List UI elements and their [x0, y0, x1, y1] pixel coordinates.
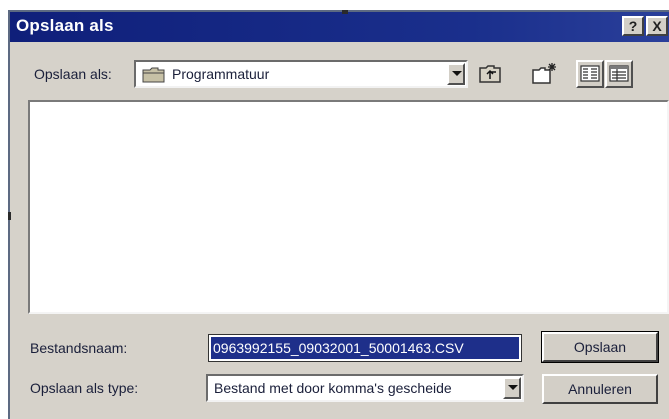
list-view-button[interactable] [576, 60, 604, 88]
left-edge-handle [8, 212, 11, 220]
save-in-combo[interactable]: Programmatuur [134, 60, 468, 88]
title-bar[interactable]: Opslaan als ? X [10, 12, 669, 42]
save-in-label: Opslaan als: [34, 66, 112, 82]
list-view-icon [578, 65, 602, 90]
filetype-dropdown-button[interactable] [503, 377, 521, 399]
filetype-label: Opslaan als type: [30, 380, 139, 396]
save-in-value: Programmatuur [172, 66, 270, 82]
filename-input[interactable]: 0963992155_09032001_50001463.CSV [208, 334, 522, 362]
save-as-dialog: Opslaan als ? X Opslaan als: Programmatu… [8, 10, 669, 419]
folder-icon [142, 66, 166, 89]
dialog-title: Opslaan als [16, 16, 114, 35]
new-folder-button[interactable] [530, 60, 558, 88]
details-view-button[interactable] [605, 60, 633, 88]
filetype-value: Bestand met door komma's gescheide [214, 380, 452, 396]
filetype-combo[interactable]: Bestand met door komma's gescheide [206, 374, 524, 402]
details-view-icon [607, 65, 631, 90]
help-button[interactable]: ? [622, 16, 644, 36]
up-folder-button[interactable] [476, 60, 504, 88]
file-list-view[interactable] [28, 100, 669, 314]
save-button[interactable]: Opslaan [541, 331, 659, 363]
close-button[interactable]: X [646, 16, 668, 36]
filename-value: 0963992155_09032001_50001463.CSV [211, 337, 519, 359]
filename-label: Bestandsnaam: [30, 340, 128, 356]
save-in-dropdown-button[interactable] [447, 63, 465, 85]
up-folder-icon [476, 65, 504, 92]
cancel-button[interactable]: Annuleren [542, 374, 658, 404]
new-folder-icon [530, 63, 558, 92]
top-edge-handle [342, 10, 348, 14]
